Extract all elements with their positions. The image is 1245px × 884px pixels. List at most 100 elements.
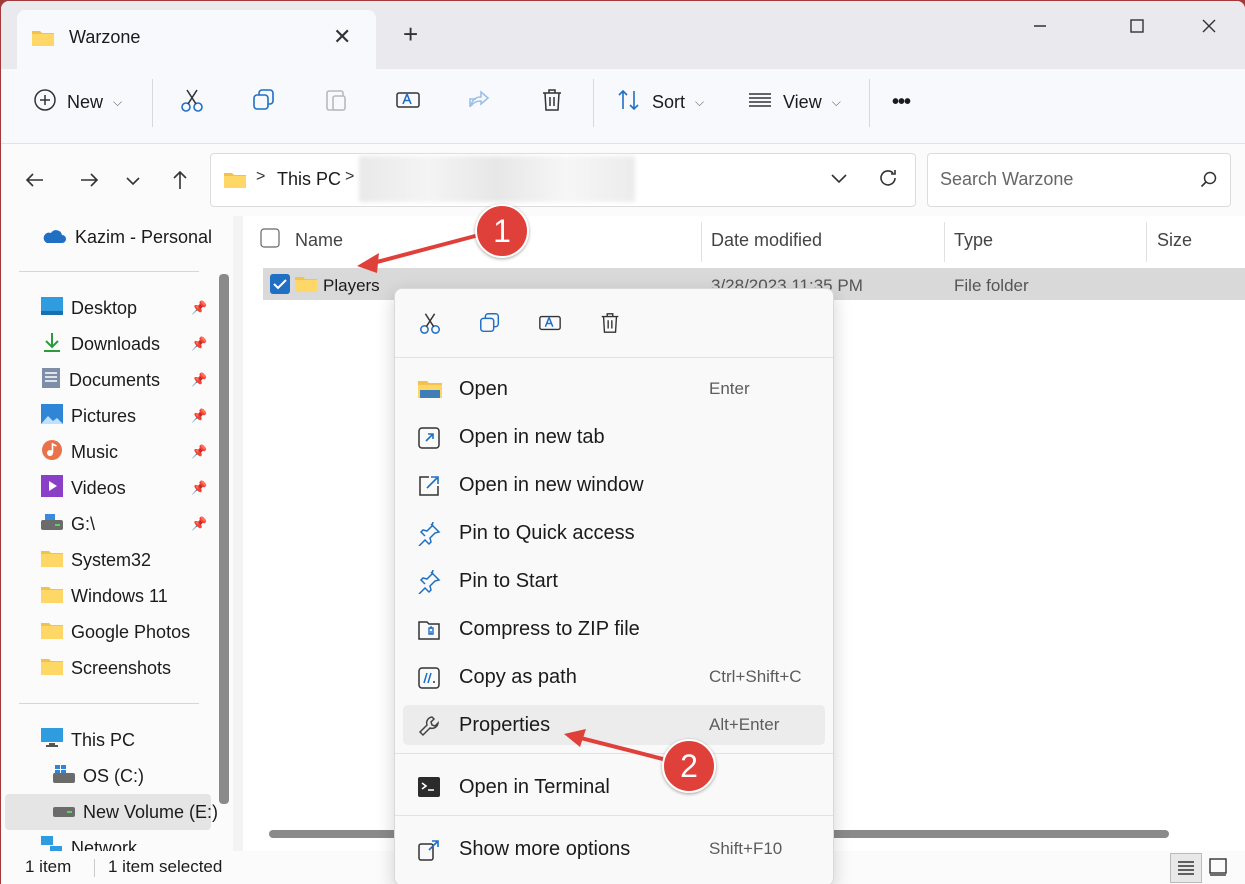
sidebar-item-google-photos[interactable]: Google Photos: [41, 616, 190, 648]
new-tab-icon: [417, 426, 441, 450]
menu-item-properties[interactable]: Properties Alt+Enter: [403, 705, 825, 745]
sidebar-item-downloads[interactable]: Downloads: [41, 328, 160, 360]
sidebar-item-music[interactable]: Music: [41, 436, 118, 468]
cloud-icon: [41, 226, 67, 249]
up-arrow-icon[interactable]: [168, 168, 192, 197]
delete-button[interactable]: [539, 69, 565, 135]
menu-item-shortcut: Shift+F10: [709, 839, 783, 858]
refresh-icon[interactable]: [877, 167, 899, 194]
copy-button[interactable]: [251, 69, 277, 135]
rename-icon: [395, 87, 421, 118]
new-label: New: [67, 91, 104, 112]
close-window-button[interactable]: [1186, 11, 1232, 41]
trash-icon[interactable]: [598, 311, 622, 340]
chevron-down-icon: ⌵: [113, 94, 123, 109]
sidebar-item-system32[interactable]: System32: [41, 544, 151, 576]
menu-item-pin-start[interactable]: Pin to Start: [403, 561, 825, 601]
select-all-checkbox[interactable]: [260, 228, 280, 253]
pin-icon[interactable]: 📌: [191, 444, 207, 460]
file-type: File folder: [954, 276, 1029, 295]
minimize-button[interactable]: [1017, 11, 1063, 41]
sidebar-item-os-c[interactable]: OS (C:): [53, 760, 144, 792]
column-divider[interactable]: [1146, 222, 1147, 262]
address-bar[interactable]: > This PC >: [210, 153, 916, 207]
close-tab-icon[interactable]: ✕: [333, 24, 351, 50]
column-header-type[interactable]: Type: [954, 230, 993, 251]
rename-icon[interactable]: [538, 311, 562, 340]
sidebar-item-this-pc[interactable]: This PC: [41, 724, 135, 756]
zip-folder-icon: [417, 618, 441, 642]
sidebar-item-label: System32: [71, 549, 152, 570]
menu-item-open[interactable]: Open Enter: [403, 369, 825, 409]
pin-icon[interactable]: 📌: [191, 480, 207, 496]
menu-item-copy-as-path[interactable]: Copy as path Ctrl+Shift+C: [403, 657, 825, 697]
breadcrumb-separator[interactable]: >: [256, 168, 265, 186]
drive-icon: [53, 802, 75, 823]
cut-button[interactable]: [179, 69, 205, 135]
rename-button[interactable]: [395, 69, 421, 135]
new-button[interactable]: New ⌵: [33, 69, 122, 135]
sidebar-item-g-drive[interactable]: G:\: [41, 508, 95, 540]
menu-item-open-new-window[interactable]: Open in new window: [403, 465, 825, 505]
sidebar-item-videos[interactable]: Videos: [41, 472, 126, 504]
recent-locations-chevron-icon[interactable]: [123, 171, 143, 196]
more-options-button[interactable]: •••: [892, 69, 911, 135]
paste-button[interactable]: [323, 69, 349, 135]
menu-item-open-new-tab[interactable]: Open in new tab: [403, 417, 825, 457]
path-icon: [417, 666, 441, 690]
terminal-icon: [417, 776, 441, 800]
back-arrow-icon[interactable]: [23, 168, 47, 197]
pin-icon[interactable]: 📌: [191, 516, 207, 532]
menu-item-pin-quick-access[interactable]: Pin to Quick access: [403, 513, 825, 553]
column-header-date[interactable]: Date modified: [711, 230, 822, 251]
new-tab-button[interactable]: +: [403, 21, 418, 47]
folder-icon: [31, 28, 55, 53]
sidebar-item-windows-11[interactable]: Windows 11: [41, 580, 168, 612]
sidebar-item-label: This PC: [71, 729, 136, 750]
maximize-button[interactable]: [1114, 11, 1160, 41]
search-input[interactable]: [938, 168, 1192, 191]
tab-warzone[interactable]: Warzone ✕: [17, 10, 376, 69]
menu-item-label: Compress to ZIP file: [459, 618, 640, 640]
sidebar-item-onedrive[interactable]: Kazim - Personal: [41, 221, 212, 253]
menu-item-show-more-options[interactable]: Show more options Shift+F10: [403, 829, 825, 869]
column-divider[interactable]: [701, 222, 702, 262]
search-icon[interactable]: [1200, 171, 1218, 194]
step-badge-2: 2: [662, 739, 716, 793]
tiles-view-icon[interactable]: [1208, 857, 1228, 882]
view-button[interactable]: View ⌵: [747, 69, 841, 135]
row-checkbox-checked[interactable]: [270, 274, 290, 299]
column-header-name[interactable]: Name: [295, 230, 343, 251]
pin-icon[interactable]: 📌: [191, 408, 207, 424]
pin-icon[interactable]: 📌: [191, 372, 207, 388]
sidebar-divider: [19, 271, 199, 272]
sidebar-item-pictures[interactable]: Pictures: [41, 400, 136, 432]
pin-icon[interactable]: 📌: [191, 336, 207, 352]
share-icon: [467, 87, 493, 118]
windows-drive-icon: [53, 764, 75, 788]
folder-icon: [41, 621, 63, 644]
sort-button[interactable]: Sort ⌵: [616, 69, 704, 135]
column-header-size[interactable]: Size: [1157, 230, 1192, 251]
details-view-icon[interactable]: [1170, 853, 1202, 883]
breadcrumb-separator[interactable]: >: [345, 168, 354, 186]
menu-item-compress-zip[interactable]: Compress to ZIP file: [403, 609, 825, 649]
share-button[interactable]: [467, 69, 493, 135]
menu-item-open-terminal[interactable]: Open in Terminal: [403, 767, 825, 807]
sidebar-scrollbar[interactable]: [219, 274, 229, 804]
sidebar-item-new-volume-e[interactable]: New Volume (E:): [53, 796, 218, 828]
search-box[interactable]: [927, 153, 1231, 207]
sidebar-item-documents[interactable]: Documents: [41, 364, 160, 396]
sidebar-item-network[interactable]: Network: [41, 832, 137, 851]
sidebar-item-screenshots[interactable]: Screenshots: [41, 652, 171, 684]
sidebar-item-desktop[interactable]: Desktop: [41, 292, 137, 324]
forward-arrow-icon[interactable]: [77, 168, 101, 197]
pin-icon[interactable]: 📌: [191, 300, 207, 316]
column-divider[interactable]: [944, 222, 945, 262]
scissors-icon[interactable]: [418, 311, 442, 340]
breadcrumb-this-pc[interactable]: This PC: [277, 169, 341, 190]
context-menu: Open Enter Open in new tab Open in new w…: [394, 288, 834, 884]
copy-icon[interactable]: [478, 311, 502, 340]
view-label: View: [783, 91, 822, 112]
address-history-chevron-icon[interactable]: [829, 168, 849, 193]
